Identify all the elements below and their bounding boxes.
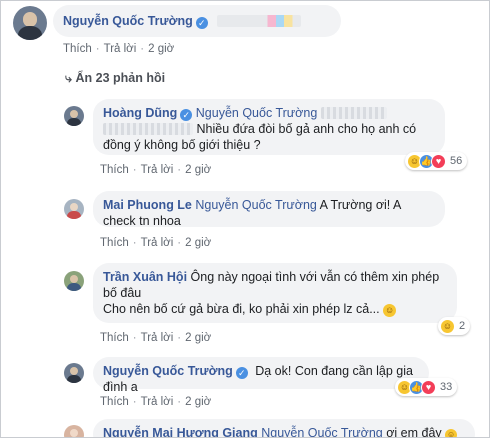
timestamp[interactable]: 2 giờ bbox=[185, 237, 211, 249]
comment-actions: Thích · Trả lời · 2 giờ bbox=[63, 43, 175, 55]
timestamp[interactable]: 2 giờ bbox=[185, 332, 211, 344]
reply-link[interactable]: Trả lời bbox=[104, 43, 137, 55]
reply-bubble: Nguyễn Quốc Trường ✓ Dạ ok! Con đang cần … bbox=[93, 357, 429, 394]
like-link[interactable]: Thích bbox=[100, 237, 129, 249]
verified-badge-icon: ✓ bbox=[235, 367, 248, 379]
like-link[interactable]: Thích bbox=[100, 164, 129, 176]
blurred-content bbox=[320, 107, 387, 119]
reply-text-line2: Cho nên bố cứ gả bừa đi, ko phải xin phé… bbox=[103, 302, 380, 316]
timestamp[interactable]: 2 giờ bbox=[185, 396, 211, 408]
reaction-summary[interactable]: ☺ 👍 ♥ 56 bbox=[405, 152, 468, 170]
love-reaction-icon: ♥ bbox=[421, 379, 436, 395]
reply-text: ơi em đây bbox=[386, 426, 442, 438]
avatar[interactable] bbox=[64, 271, 84, 291]
comment-bubble: Nguyễn Quốc Trường ✓ bbox=[53, 5, 341, 37]
reply-actions: Thích · Trả lời · 2 giờ bbox=[100, 396, 212, 408]
reply-author[interactable]: Trần Xuân Hội bbox=[103, 270, 187, 284]
timestamp[interactable]: 2 giờ bbox=[185, 164, 211, 176]
reply-actions: Thích · Trả lời · 2 giờ bbox=[100, 332, 212, 344]
reply-link[interactable]: Trả lời bbox=[141, 332, 174, 344]
verified-badge-icon: ✓ bbox=[180, 109, 193, 121]
reply-author[interactable]: Nguyễn Mai Hương Giang bbox=[103, 426, 258, 437]
reply-bubble: Hoàng Dũng ✓ Nguyễn Quốc Trường Nhiều đứa… bbox=[93, 99, 445, 155]
reaction-count: 56 bbox=[450, 155, 463, 167]
reaction-count: 33 bbox=[440, 381, 453, 393]
like-link[interactable]: Thích bbox=[100, 332, 129, 344]
reaction-count: 2 bbox=[459, 320, 466, 332]
like-link[interactable]: Thích bbox=[63, 43, 92, 55]
collapse-arrow-icon: ⤷ bbox=[65, 71, 73, 85]
avatar[interactable] bbox=[64, 199, 84, 219]
verified-badge-icon: ✓ bbox=[195, 17, 208, 29]
mention-link[interactable]: Nguyễn Quốc Trường bbox=[261, 426, 382, 437]
hide-replies-link[interactable]: ⤷ Ẩn 23 phản hồi bbox=[65, 71, 165, 86]
comment-author[interactable]: Nguyễn Quốc Trường bbox=[63, 14, 193, 28]
reply-link[interactable]: Trả lời bbox=[141, 396, 174, 408]
mention-link[interactable]: Nguyễn Quốc Trường bbox=[195, 198, 316, 212]
avatar[interactable] bbox=[64, 106, 84, 126]
mention-link[interactable]: Nguyễn Quốc Trường bbox=[196, 106, 317, 120]
hide-replies-label: Ẩn 23 phản hồi bbox=[75, 71, 166, 85]
reaction-summary[interactable]: ☺ 2 bbox=[438, 317, 471, 335]
blurred-content bbox=[103, 123, 193, 135]
reply-actions: Thích · Trả lời · 2 giờ bbox=[100, 237, 212, 249]
reply-actions: Thích · Trả lời · 2 giờ bbox=[100, 164, 212, 176]
smile-emoji-icon: ☺ bbox=[383, 304, 397, 317]
reply-author[interactable]: Hoàng Dũng bbox=[103, 106, 177, 120]
reply-link[interactable]: Trả lời bbox=[141, 237, 174, 249]
avatar[interactable] bbox=[13, 6, 47, 40]
laughing-emoji-icon: ☺ bbox=[445, 429, 458, 437]
comment-thread: Nguyễn Quốc Trường ✓ Thích · Trả lời · 2 giờ … bbox=[0, 0, 490, 438]
timestamp[interactable]: 2 giờ bbox=[148, 43, 174, 55]
avatar[interactable] bbox=[64, 363, 84, 383]
reply-bubble: Mai Phuong Le Nguyễn Quốc Trường A Trườn… bbox=[93, 191, 445, 228]
blurred-content bbox=[217, 15, 302, 27]
avatar[interactable] bbox=[64, 425, 84, 437]
love-reaction-icon: ♥ bbox=[431, 153, 446, 169]
reply-bubble: Trần Xuân Hội Ông này ngoại tình với vẫn… bbox=[93, 263, 457, 323]
haha-reaction-icon: ☺ bbox=[440, 318, 455, 334]
reaction-summary[interactable]: ☺ 👍 ♥ 33 bbox=[395, 378, 458, 396]
like-link[interactable]: Thích bbox=[100, 396, 129, 408]
reply-bubble: Nguyễn Mai Hương Giang Nguyễn Quốc Trườn… bbox=[93, 419, 475, 438]
reply-author[interactable]: Mai Phuong Le bbox=[103, 198, 192, 212]
reply-author[interactable]: Nguyễn Quốc Trường bbox=[103, 364, 233, 378]
reply-link[interactable]: Trả lời bbox=[141, 164, 174, 176]
